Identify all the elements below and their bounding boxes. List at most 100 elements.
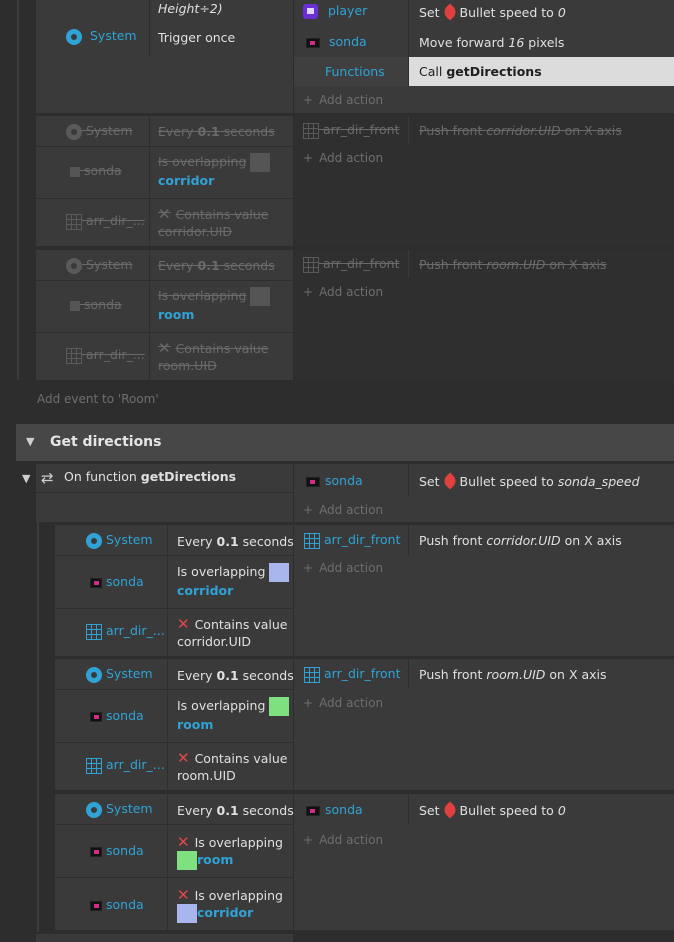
- condition-system[interactable]: System: [66, 257, 133, 274]
- add-action-label: Add action: [319, 503, 384, 517]
- add-event-link[interactable]: Add event to 'Room': [37, 392, 159, 406]
- condition-system[interactable]: System: [66, 28, 137, 45]
- condition-every[interactable]: Every 0.1 seconds: [177, 802, 294, 819]
- action-set-bullet-speed[interactable]: Set Bullet speed to 0: [419, 3, 566, 21]
- divider: [167, 525, 168, 656]
- cond-text: Every: [158, 258, 194, 273]
- action-text: Push front: [419, 257, 483, 272]
- condition-is-overlapping[interactable]: Is overlapping corridor: [177, 563, 291, 599]
- object-name: sonda: [325, 802, 363, 817]
- condition-system[interactable]: System: [86, 801, 153, 818]
- collapse-triangle-icon[interactable]: ▼: [26, 435, 34, 448]
- object-name: arr_dir_...: [105, 757, 165, 772]
- sonda-sprite-icon: [306, 37, 320, 48]
- condition-every[interactable]: Every 0.1 seconds: [177, 533, 294, 550]
- action-verb: Set: [419, 474, 440, 489]
- action-set-bullet-speed[interactable]: Set Bullet speed to 0: [419, 801, 566, 819]
- divider: [167, 659, 168, 790]
- add-action-link[interactable]: + Add action: [303, 696, 383, 710]
- add-action-link[interactable]: + Add action: [303, 561, 383, 575]
- add-action-link[interactable]: + Add action: [303, 285, 383, 299]
- condition-contains-value[interactable]: ✕ Contains value room.UID: [177, 750, 291, 784]
- collapse-triangle-icon[interactable]: ▼: [22, 472, 30, 485]
- object-name: arr_dir_front: [323, 666, 401, 681]
- action-value: corridor.UID: [486, 123, 561, 138]
- condition-is-overlapping[interactable]: Is overlapping room: [177, 697, 291, 733]
- condition-array[interactable]: arr_dir_...: [66, 347, 145, 364]
- condition-array[interactable]: arr_dir_...: [86, 757, 165, 774]
- action-call-function-selected[interactable]: Call getDirections: [409, 57, 674, 86]
- action-text: Push front: [419, 667, 483, 682]
- cond-text: Every: [158, 124, 194, 139]
- cond-text: Is overlapping: [158, 288, 247, 303]
- bullet-behavior-icon: [441, 3, 459, 21]
- gutter-line: [37, 490, 39, 932]
- action-value: room.UID: [486, 257, 546, 272]
- condition-contains-value[interactable]: ✕ Contains value room.UID: [158, 340, 288, 374]
- sonda-sprite-icon: [70, 166, 80, 177]
- function-name: getDirections: [140, 469, 237, 484]
- action-verb: Call: [419, 64, 443, 79]
- condition-is-overlapping[interactable]: Is overlapping corridor: [158, 153, 288, 189]
- cond-text: Is overlapping: [177, 564, 266, 579]
- add-action-link[interactable]: + Add action: [303, 503, 383, 517]
- action-move-forward[interactable]: Move forward 16 pixels: [419, 34, 564, 51]
- action-array-object[interactable]: arr_dir_front: [303, 256, 400, 273]
- action-push-front[interactable]: Push front corridor.UID on X axis: [419, 532, 622, 549]
- system-label: System: [105, 666, 153, 681]
- condition-not-overlapping-corridor[interactable]: ✕ Is overlapping corridor: [177, 887, 291, 923]
- cond-value: room.UID: [177, 768, 236, 783]
- condition-sonda[interactable]: sonda: [90, 897, 144, 912]
- divider: [55, 689, 293, 690]
- cond-text: Contains value: [175, 207, 269, 222]
- action-set-bullet-speed[interactable]: Set Bullet speed to sonda_speed: [419, 472, 640, 490]
- condition-every[interactable]: Every 0.1 seconds: [158, 257, 275, 274]
- condition-is-overlapping[interactable]: Is overlapping room: [158, 287, 288, 323]
- object-name: sonda: [83, 297, 122, 312]
- condition-sonda[interactable]: sonda: [90, 843, 144, 858]
- condition-sonda[interactable]: sonda: [70, 297, 122, 312]
- condition-sonda[interactable]: sonda: [90, 574, 144, 589]
- gutter-line: [17, 0, 19, 380]
- condition-contains-value[interactable]: ✕ Contains value corridor.UID: [158, 206, 288, 240]
- room-swatch-icon: [177, 851, 197, 870]
- sonda-sprite-icon: [90, 900, 102, 911]
- condition-system[interactable]: System: [66, 123, 133, 140]
- condition-system[interactable]: System: [86, 532, 153, 549]
- functions-object-cell[interactable]: Functions: [294, 57, 408, 86]
- condition-contains-value[interactable]: ✕ Contains value corridor.UID: [177, 616, 291, 650]
- condition-array[interactable]: arr_dir_...: [66, 213, 145, 230]
- condition-sonda[interactable]: sonda: [70, 163, 122, 178]
- add-action-link[interactable]: + Add action: [303, 151, 383, 165]
- condition-sonda[interactable]: sonda: [90, 708, 144, 723]
- cond-value: corridor.UID: [158, 224, 233, 239]
- action-array-object[interactable]: arr_dir_front: [303, 122, 400, 139]
- divider: [149, 250, 150, 380]
- add-action-link[interactable]: + Add action: [303, 93, 383, 107]
- cond-text: Every: [177, 534, 213, 549]
- condition-array[interactable]: arr_dir_...: [86, 623, 165, 640]
- add-action-label: Add action: [319, 285, 384, 299]
- function-event-conditions[interactable]: ⇄ On function getDirections: [36, 464, 293, 522]
- condition-trigger-once[interactable]: Trigger once: [158, 29, 235, 46]
- action-sonda-object[interactable]: sonda: [306, 34, 367, 49]
- action-sonda-object[interactable]: sonda: [306, 473, 363, 488]
- cond-value: corridor.UID: [177, 634, 252, 649]
- divider: [36, 492, 293, 493]
- action-push-front[interactable]: Push front room.UID on X axis: [419, 666, 607, 683]
- divider: [55, 555, 293, 556]
- plus-icon: +: [303, 833, 314, 847]
- action-sonda-object[interactable]: sonda: [306, 802, 363, 817]
- action-array-object[interactable]: arr_dir_front: [304, 666, 401, 683]
- action-player-object[interactable]: player: [303, 3, 367, 19]
- condition-every[interactable]: Every 0.1 seconds: [158, 123, 275, 140]
- group-header[interactable]: ▼ Get directions: [16, 424, 674, 461]
- condition-not-overlapping-room[interactable]: ✕ Is overlapping room: [177, 834, 291, 870]
- condition-every[interactable]: Every 0.1 seconds: [177, 667, 294, 684]
- action-array-object[interactable]: arr_dir_front: [304, 532, 401, 549]
- action-push-front[interactable]: Push front room.UID on X axis: [419, 256, 607, 273]
- condition-system[interactable]: System: [86, 666, 153, 683]
- sonda-sprite-icon: [90, 846, 102, 857]
- action-push-front[interactable]: Push front corridor.UID on X axis: [419, 122, 622, 139]
- add-action-link[interactable]: + Add action: [303, 833, 383, 847]
